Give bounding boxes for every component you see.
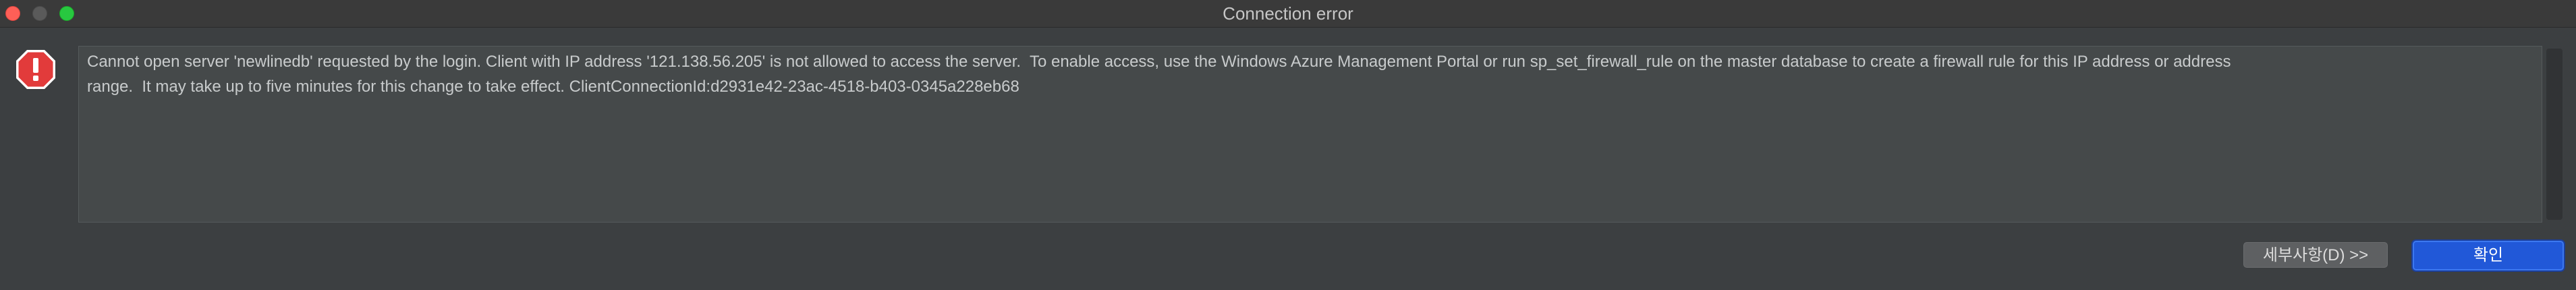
- title-bar: Connection error: [0, 0, 2576, 28]
- connection-error-dialog: Connection error Cannot open server 'new…: [0, 0, 2576, 290]
- ok-button[interactable]: 확인: [2413, 241, 2564, 270]
- error-message-text: Cannot open server 'newlinedb' requested…: [87, 53, 2231, 96]
- error-message-textarea[interactable]: Cannot open server 'newlinedb' requested…: [78, 46, 2542, 223]
- details-button[interactable]: 세부사항(D) >>: [2243, 242, 2388, 268]
- window-title: Connection error: [1223, 3, 1353, 24]
- error-stop-icon: [16, 50, 55, 89]
- message-scrollbar[interactable]: [2544, 46, 2567, 223]
- scrollbar-thumb[interactable]: [2546, 49, 2563, 220]
